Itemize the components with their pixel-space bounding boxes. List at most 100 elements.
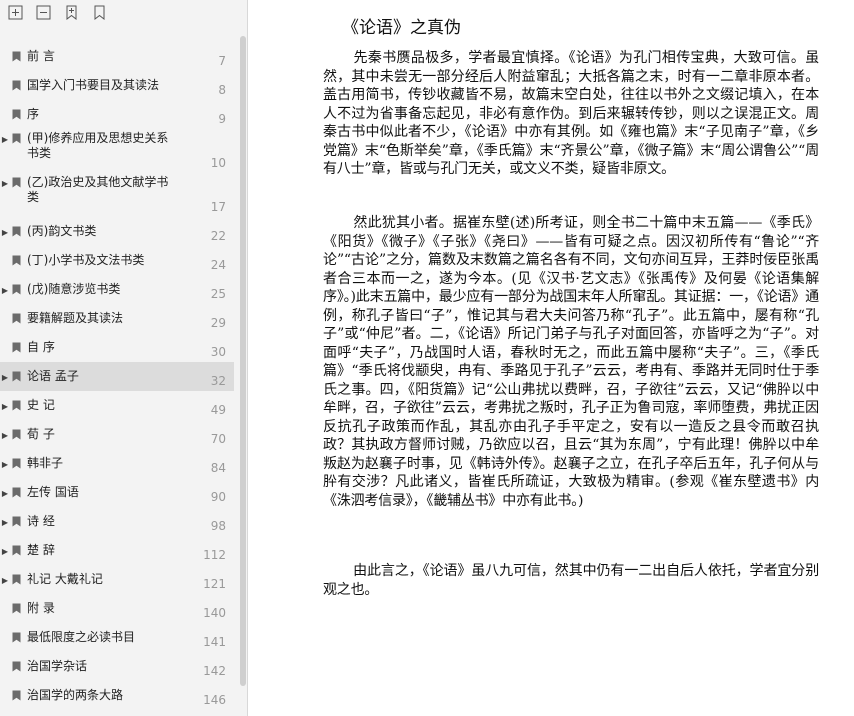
toc-item-page-number: 70: [210, 432, 226, 446]
toc-item[interactable]: ▶ (甲)修养应用及思想史关系书类 10: [0, 129, 234, 173]
toc-item[interactable]: ▶ (戊)随意涉览书类 25: [0, 275, 234, 304]
collapse-all-button[interactable]: [34, 3, 53, 22]
expand-arrow-icon[interactable]: ▶: [1, 517, 9, 527]
bookmark-icon: [94, 5, 105, 20]
bookmark-icon: [12, 574, 21, 585]
expand-arrow-icon[interactable]: ▶: [1, 178, 9, 188]
toc-item[interactable]: 前 言 7: [0, 42, 234, 71]
bookmark-icon: [12, 284, 21, 295]
bookmark-icon: [12, 371, 21, 382]
toc-item[interactable]: 自 序 30: [0, 333, 234, 362]
toc-item-page-number: 17: [210, 200, 226, 214]
toc-item-page-number: 121: [203, 577, 226, 591]
toc-item[interactable]: ▶ 左传 国语 90: [0, 478, 234, 507]
toc-item-label: 韩非子: [27, 456, 64, 470]
bookmark-icon: [12, 177, 21, 188]
expand-all-icon: [8, 5, 23, 20]
toc-item[interactable]: ▶ 史 记 49: [0, 391, 234, 420]
toc-item-label: 附 录: [27, 601, 55, 615]
toc-item-label: 左传 国语: [27, 485, 79, 499]
bookmark-icon: [12, 313, 21, 324]
toc-item-page-number: 49: [210, 403, 226, 417]
toc-item[interactable]: ▶ (丙)韵文书类 22: [0, 217, 234, 246]
scrollbar-thumb[interactable]: [240, 36, 246, 686]
toc-item-page-number: 112: [203, 548, 226, 562]
expand-arrow-icon[interactable]: ▶: [1, 401, 9, 411]
expand-arrow-icon[interactable]: ▶: [1, 227, 9, 237]
expand-arrow-icon[interactable]: ▶: [1, 372, 9, 382]
paragraph-text: 由此言之，《论语》虽八九可信，然其中仍有一二出自后人依托，学者宜分别观之也。: [323, 563, 819, 598]
toc-item-page-number: 24: [210, 258, 226, 272]
expand-arrow-icon[interactable]: ▶: [1, 575, 9, 585]
toc-item-page-number: 7: [218, 54, 226, 68]
toc-item-page-number: 10: [210, 156, 226, 170]
bookmark-icon: [12, 226, 21, 237]
toc-item-label: (丙)韵文书类: [27, 224, 97, 238]
toc-item-page-number: 22: [210, 229, 226, 243]
toc-item[interactable]: 治国学杂话 142: [0, 652, 234, 681]
bookmark-icon: [12, 400, 21, 411]
expand-arrow-icon[interactable]: ▶: [1, 430, 9, 440]
toc-item-page-number: 141: [203, 635, 226, 649]
sidebar-scrollbar[interactable]: [239, 36, 247, 686]
toc-item-page-number: 142: [203, 664, 226, 678]
expand-arrow-icon[interactable]: ▶: [1, 134, 9, 144]
toc-item[interactable]: ▶ 论语 孟子 32: [0, 362, 234, 391]
toc-item-label: 自 序: [27, 340, 55, 354]
expand-arrow-icon[interactable]: ▶: [1, 546, 9, 556]
toc-item-label: (丁)小学书及文法书类: [27, 253, 145, 267]
section-title: 《论语》之真伪: [342, 18, 461, 38]
bookmark-icon: [12, 458, 21, 469]
toc-item-page-number: 98: [210, 519, 226, 533]
toc-item-page-number: 32: [210, 374, 226, 388]
toc-item-label: 治国学的两条大路: [27, 688, 124, 702]
toc-item[interactable]: ▶ 荀 子 70: [0, 420, 234, 449]
bookmark-icon: [12, 51, 21, 62]
toc-item[interactable]: ▶ 礼记 大戴礼记 121: [0, 565, 234, 594]
toc-item-page-number: 8: [218, 83, 226, 97]
toc-item[interactable]: ▶ 楚 辞 112: [0, 536, 234, 565]
toc-item[interactable]: 序9: [0, 100, 234, 129]
toc-item-label: 楚 辞: [27, 543, 55, 557]
bookmark-icon: [12, 487, 21, 498]
expand-all-button[interactable]: [6, 3, 25, 22]
bookmark-button[interactable]: [90, 3, 109, 22]
toc-item-page-number: 140: [203, 606, 226, 620]
toc-item-page-number: 29: [210, 316, 226, 330]
toc-item[interactable]: 附 录 140: [0, 594, 234, 623]
toc-item-label: 要籍解题及其读法: [27, 311, 124, 325]
toc-item-label: 荀 子: [27, 427, 55, 441]
toc-item[interactable]: 最低限度之必读书目 141: [0, 623, 234, 652]
toc-item[interactable]: (丁)小学书及文法书类 24: [0, 246, 234, 275]
outline-toolbar: [6, 3, 109, 23]
expand-arrow-icon[interactable]: ▶: [1, 459, 9, 469]
toc-item-page-number: 30: [210, 345, 226, 359]
toc-item[interactable]: ▶ 诗 经 98: [0, 507, 234, 536]
bookmark-icon: [12, 661, 21, 672]
add-bookmark-button[interactable]: [62, 3, 81, 22]
toc-item-label: 前 言: [27, 49, 55, 63]
bookmark-icon: [12, 632, 21, 643]
bookmark-icon: [12, 516, 21, 527]
toc-item[interactable]: 治国学的两条大路 146: [0, 681, 234, 710]
paragraph-text: 先秦书赝品极多，学者最宜慎择。《论语》为孔门相传宝典，大致可信。虽然，其中未尝无…: [323, 50, 819, 177]
toc-item-page-number: 25: [210, 287, 226, 301]
paragraph: 先秦书赝品极多，学者最宜慎择。《论语》为孔门相传宝典，大致可信。虽然，其中未尝无…: [323, 49, 819, 179]
toc-item-page-number: 90: [210, 490, 226, 504]
expand-arrow-icon[interactable]: ▶: [1, 488, 9, 498]
toc-item-label: 史 记: [27, 398, 55, 412]
bookmark-icon: [12, 603, 21, 614]
toc-item[interactable]: ▶ (乙)政治史及其他文献学书类 17: [0, 173, 234, 217]
toc-item-page-number: 84: [210, 461, 226, 475]
expand-arrow-icon[interactable]: ▶: [1, 285, 9, 295]
toc-item[interactable]: ▶ 韩非子 84: [0, 449, 234, 478]
paragraph: 然此犹其小者。据崔东壁(述)所考证，则全书二十篇中末五篇——《季氏》《阳货》《微…: [323, 214, 819, 510]
bookmark-icon: [12, 545, 21, 556]
toc-item-label: 国学入门书要目及其读法: [27, 78, 160, 92]
toc-item[interactable]: 国学入门书要目及其读法 8: [0, 71, 234, 100]
bookmark-icon: [12, 429, 21, 440]
toc-item-label: (甲)修养应用及思想史关系书类: [27, 131, 169, 160]
toc-item[interactable]: 要籍解题及其读法 29: [0, 304, 234, 333]
toc-item-label: 诗 经: [27, 514, 55, 528]
toc-item-label: 序: [27, 107, 40, 121]
